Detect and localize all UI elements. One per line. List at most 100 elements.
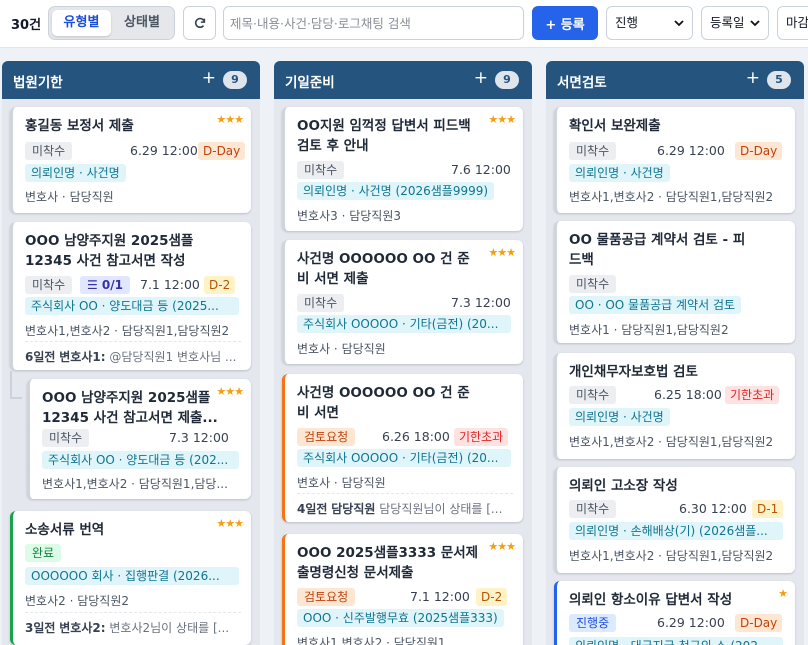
client-case-chip: 의뢰인명 · 사건명 bbox=[569, 408, 670, 426]
subtask-connector bbox=[10, 371, 22, 399]
status-badge: 미착수 bbox=[569, 142, 617, 160]
column-count-badge: 9 bbox=[495, 71, 519, 89]
divider bbox=[25, 612, 241, 613]
dday-badge: D-Day bbox=[735, 142, 783, 160]
card-meta: 미착수 bbox=[569, 500, 617, 518]
client-case-chip: 주식회사 OO · 양도대금 등 (202... bbox=[42, 451, 239, 469]
log-time: 3일전 bbox=[25, 621, 56, 635]
task-card[interactable]: 의뢰인 고소장 작성 미착수 6.30 12:00 D-1 의뢰인명 · 손해배… bbox=[554, 467, 795, 573]
column-header: 기일준비 + 9 bbox=[274, 61, 532, 99]
due-datetime: 6.29 12:00 bbox=[130, 143, 198, 158]
due-datetime: 7.6 12:00 bbox=[451, 162, 511, 177]
priority-stars: ★★★ bbox=[216, 113, 244, 126]
log-author: 변호사2: bbox=[59, 621, 106, 635]
add-card-button[interactable]: + bbox=[746, 68, 760, 88]
card-meta: 검토요청 bbox=[297, 588, 356, 606]
card-title: 의뢰인 항소이유 답변서 작성 bbox=[569, 592, 733, 608]
card-title: 확인서 보완제출 bbox=[569, 118, 661, 134]
client-case-chip: 의뢰인명 · 사건명 bbox=[569, 164, 670, 182]
add-button[interactable]: + 등록 bbox=[532, 6, 598, 40]
priority-stars: ★ bbox=[778, 587, 788, 600]
latest-log: 4일전 담당직원 담당직원님이 상태를 [... bbox=[297, 500, 515, 517]
task-card[interactable]: OO 물품공급 계약서 검토 - 피드백 미착수 OO · OO 물품공급 계약… bbox=[554, 221, 795, 343]
deadline-select[interactable]: 마감 bbox=[777, 6, 808, 40]
status-badge: 미착수 bbox=[297, 294, 345, 312]
card-title: 홍길동 보정서 제출 bbox=[25, 118, 134, 134]
client-case-chip: 의뢰인명 · 대금지급 청구의 소 (2026... bbox=[569, 637, 783, 645]
status-badge: 미착수 bbox=[25, 276, 73, 294]
card-title: OOO 2025샘플3333 문서제 출명령신청 문서제출 bbox=[297, 545, 479, 581]
assignees: 변호사1,변호사2 · 담당직원1,담당직원2 bbox=[569, 435, 774, 449]
due-datetime: 7.3 12:00 bbox=[451, 295, 511, 310]
column-header: 법원기한 + 9 bbox=[2, 61, 260, 99]
search-input[interactable] bbox=[223, 6, 524, 40]
task-card[interactable]: 사건명 OOOOOO OO 건 준비 서면 제출 ★★★ 미착수 7.3 12:… bbox=[282, 240, 523, 364]
refresh-button[interactable] bbox=[183, 6, 216, 40]
chevron-down-icon bbox=[674, 20, 684, 27]
column-count-badge: 5 bbox=[767, 71, 791, 89]
view-by-type-tab[interactable]: 유형별 bbox=[52, 10, 111, 36]
due-datetime: 6.30 12:00 bbox=[679, 501, 747, 516]
task-card[interactable]: OO지원 임꺽정 답변서 피드백 검토 후 안내 ★★★ 미착수 7.6 12:… bbox=[282, 107, 523, 231]
refresh-icon bbox=[194, 17, 205, 29]
dday-badge: 기한초과 bbox=[454, 428, 509, 446]
task-card[interactable]: 홍길동 보정서 제출 ★★★ 미착수 6.29 12:00 D-Day 의뢰인명… bbox=[10, 107, 251, 213]
client-case-chip: 주식회사 OO · 양도대금 등 (2025... bbox=[25, 297, 239, 315]
client-case-chip: 주식회사 OOOOO · 기타(금전) (20... bbox=[297, 315, 511, 333]
latest-log: 6일전 변호사1: @담당직원1 변호사님 ... bbox=[25, 348, 243, 365]
divider bbox=[297, 493, 513, 494]
task-card[interactable]: OOO 남양주지원 2025샘플 12345 사건 참고서면 작성 미착수 ☰ … bbox=[10, 222, 251, 370]
total-count: 30건 bbox=[11, 18, 42, 33]
task-card[interactable]: OOO 2025샘플3333 문서제 출명령신청 문서제출 ★★★ 검토요청 7… bbox=[282, 534, 523, 645]
log-author: 담당직원 bbox=[331, 502, 376, 516]
assignees: 변호사1,변호사2 · 담당직원1 bbox=[297, 636, 446, 645]
status-badge: 미착수 bbox=[297, 161, 345, 179]
task-card[interactable]: 의뢰인 항소이유 답변서 작성 ★ 진행중 6.29 12:00 D-Day 의… bbox=[554, 581, 795, 645]
task-card[interactable]: 소송서류 번역 ★★★ 완료 OOOOOO 회사 · 집행판결 (2026...… bbox=[10, 511, 251, 645]
column-count-badge: 9 bbox=[223, 71, 247, 89]
client-case-chip: 의뢰인명 · 손해배상(기) (2026샘플... bbox=[569, 522, 783, 540]
priority-stars: ★★★ bbox=[216, 517, 244, 530]
column-header: 서면검토 + 5 bbox=[546, 61, 804, 99]
due-datetime: 6.29 12:00 bbox=[657, 615, 725, 630]
dday-badge: D-Day bbox=[198, 142, 246, 160]
status-badge: 미착수 bbox=[42, 429, 90, 447]
card-title: OOO 남양주지원 2025샘플 12345 사건 참고서면 작성 bbox=[25, 233, 194, 269]
sort-select[interactable]: 등록일 bbox=[701, 6, 769, 40]
assignees: 변호사1,변호사2 · 담당직원1,담당직원2 bbox=[25, 324, 230, 338]
card-meta: 미착수 bbox=[42, 429, 90, 447]
card-title: 개인채무자보호법 검토 bbox=[569, 364, 698, 380]
task-card[interactable]: 사건명 OOOOOO OO 건 준비 서면 검토요청 6.26 18:00 기한… bbox=[282, 374, 523, 522]
card-title: 사건명 OOOOOO OO 건 준비 서면 bbox=[297, 385, 470, 421]
view-toggle: 유형별 상태별 bbox=[48, 6, 175, 40]
priority-stars: ★★★ bbox=[488, 246, 516, 259]
status-filter-select[interactable]: 진행 bbox=[606, 6, 693, 40]
assignees: 변호사3 · 담당직원3 bbox=[297, 209, 401, 223]
log-time: 4일전 bbox=[297, 502, 328, 516]
add-card-button[interactable]: + bbox=[202, 68, 216, 88]
due-datetime: 6.26 18:00 bbox=[382, 429, 450, 444]
assignees: 변호사1,변호사2 · 담당직원1,담당... bbox=[42, 477, 228, 491]
card-meta: 미착수 bbox=[297, 294, 345, 312]
task-card[interactable]: 개인채무자보호법 검토 미착수 6.25 18:00 기한초과 의뢰인명 · 사… bbox=[554, 353, 795, 459]
card-meta: 미착수 bbox=[569, 142, 617, 160]
assignees: 변호사1,변호사2 · 담당직원1,담당직원2 bbox=[569, 549, 774, 563]
card-title: OO 물품공급 계약서 검토 - 피드백 bbox=[569, 232, 746, 268]
view-by-status-tab[interactable]: 상태별 bbox=[113, 10, 171, 36]
card-meta: 진행중 bbox=[569, 614, 617, 632]
column-court-deadline: 법원기한 + 9 홍길동 보정서 제출 ★★★ 미착수 6.29 12:00 D… bbox=[2, 61, 260, 645]
log-author: 변호사1: bbox=[59, 350, 106, 364]
due-datetime: 6.29 12:00 bbox=[657, 143, 725, 158]
priority-stars: ★★★ bbox=[216, 385, 244, 398]
add-card-button[interactable]: + bbox=[474, 68, 488, 88]
card-title: 사건명 OOOOOO OO 건 준비 서면 제출 bbox=[297, 251, 470, 287]
sub-task-card[interactable]: OOO 남양주지원 2025샘플 12345 사건 참고서면 제출... ★★★… bbox=[27, 379, 251, 499]
card-meta: 완료 bbox=[25, 544, 62, 562]
task-card[interactable]: 확인서 보완제출 미착수 6.29 12:00 D-Day 의뢰인명 · 사건명… bbox=[554, 107, 795, 213]
card-title: 소송서류 번역 bbox=[25, 522, 105, 538]
assignees: 변호사 · 담당직원 bbox=[25, 190, 114, 204]
card-title: OO지원 임꺽정 답변서 피드백 검토 후 안내 bbox=[297, 118, 471, 154]
status-badge: 검토요청 bbox=[297, 588, 356, 606]
assignees: 변호사 · 담당직원 bbox=[297, 342, 386, 356]
card-meta: 미착수 bbox=[569, 275, 617, 293]
